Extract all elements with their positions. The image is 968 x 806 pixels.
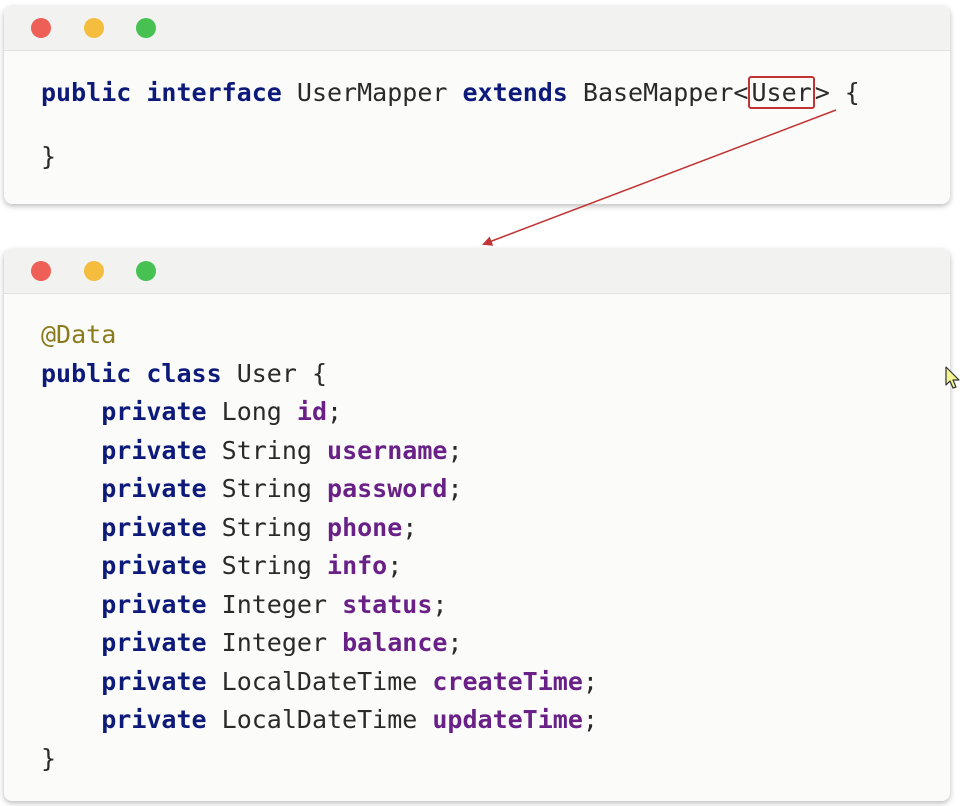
field-line: private LocalDateTime updateTime; xyxy=(41,703,598,737)
field-name: updateTime xyxy=(432,705,583,734)
field-line: private Integer status; xyxy=(41,588,447,622)
field-modifier: private xyxy=(101,397,207,426)
field-terminator: ; xyxy=(447,436,463,465)
window-titlebar xyxy=(4,6,950,51)
field-type: String xyxy=(221,474,312,503)
field-type: LocalDateTime xyxy=(221,705,418,734)
field-line: private Integer balance; xyxy=(41,626,462,660)
field-modifier: private xyxy=(101,474,207,503)
field-line: private Long id; xyxy=(41,395,342,429)
field-modifier: private xyxy=(101,667,207,696)
field-name: phone xyxy=(327,513,403,542)
generic-type-highlight: User xyxy=(748,76,815,109)
field-line: private String username; xyxy=(41,434,463,468)
field-type: String xyxy=(221,513,312,542)
field-line: private String password; xyxy=(41,472,463,506)
keyword-interface: interface xyxy=(146,78,282,107)
declaration-open-brace: > { xyxy=(814,78,860,107)
field-type: String xyxy=(221,436,312,465)
field-name: balance xyxy=(342,628,448,657)
keyword-public: public xyxy=(41,359,132,388)
field-terminator: ; xyxy=(582,705,598,734)
maximize-dot-icon[interactable] xyxy=(136,261,156,281)
field-name: createTime xyxy=(432,667,583,696)
maximize-dot-icon[interactable] xyxy=(136,18,156,38)
class-open-brace: { xyxy=(311,359,328,388)
field-line: private String phone; xyxy=(41,511,417,545)
field-terminator: ; xyxy=(402,513,418,542)
class-declaration-line: public class User { xyxy=(41,357,327,391)
field-type: String xyxy=(221,551,312,580)
field-terminator: ; xyxy=(432,590,448,619)
field-type: Integer xyxy=(221,628,327,657)
field-terminator: ; xyxy=(582,667,598,696)
closing-brace-line: } xyxy=(41,140,56,174)
keyword-extends: extends xyxy=(462,78,568,107)
field-modifier: private xyxy=(101,705,207,734)
entity-code-block: @Data public class User { private Long i… xyxy=(41,249,598,773)
data-annotation: @Data xyxy=(41,320,117,349)
entity-code-window: @Data public class User { private Long i… xyxy=(4,249,950,801)
field-terminator: ; xyxy=(447,474,463,503)
field-name: username xyxy=(327,436,448,465)
window-titlebar xyxy=(4,249,950,294)
field-name: id xyxy=(296,397,328,426)
field-name: info xyxy=(327,551,388,580)
class-name: User xyxy=(236,359,297,388)
field-modifier: private xyxy=(101,590,207,619)
field-type: Integer xyxy=(221,590,327,619)
field-terminator: ; xyxy=(447,628,463,657)
mouse-cursor-icon xyxy=(945,366,960,389)
mapper-code-window: public interface UserMapper extends Base… xyxy=(4,6,950,204)
closing-brace: } xyxy=(41,142,57,171)
mapper-code-block: public interface UserMapper extends Base… xyxy=(41,6,860,171)
interface-declaration-line: public interface UserMapper extends Base… xyxy=(41,76,860,110)
keyword-class: class xyxy=(146,359,222,388)
class-closing-brace: } xyxy=(41,744,57,773)
interface-name: UserMapper xyxy=(296,78,448,107)
field-line: private String info; xyxy=(41,549,402,583)
keyword-public: public xyxy=(41,78,132,107)
field-terminator: ; xyxy=(327,397,343,426)
field-modifier: private xyxy=(101,513,207,542)
field-terminator: ; xyxy=(387,551,403,580)
field-modifier: private xyxy=(101,628,207,657)
field-modifier: private xyxy=(101,551,207,580)
field-name: status xyxy=(342,590,433,619)
field-modifier: private xyxy=(101,436,207,465)
field-line: private LocalDateTime createTime; xyxy=(41,665,598,699)
field-type: LocalDateTime xyxy=(221,667,418,696)
annotation-line: @Data xyxy=(41,318,116,352)
field-name: password xyxy=(327,474,448,503)
field-type: Long xyxy=(221,397,282,426)
base-mapper-type: BaseMapper< xyxy=(582,78,749,107)
class-closing-brace-line: } xyxy=(41,742,56,776)
